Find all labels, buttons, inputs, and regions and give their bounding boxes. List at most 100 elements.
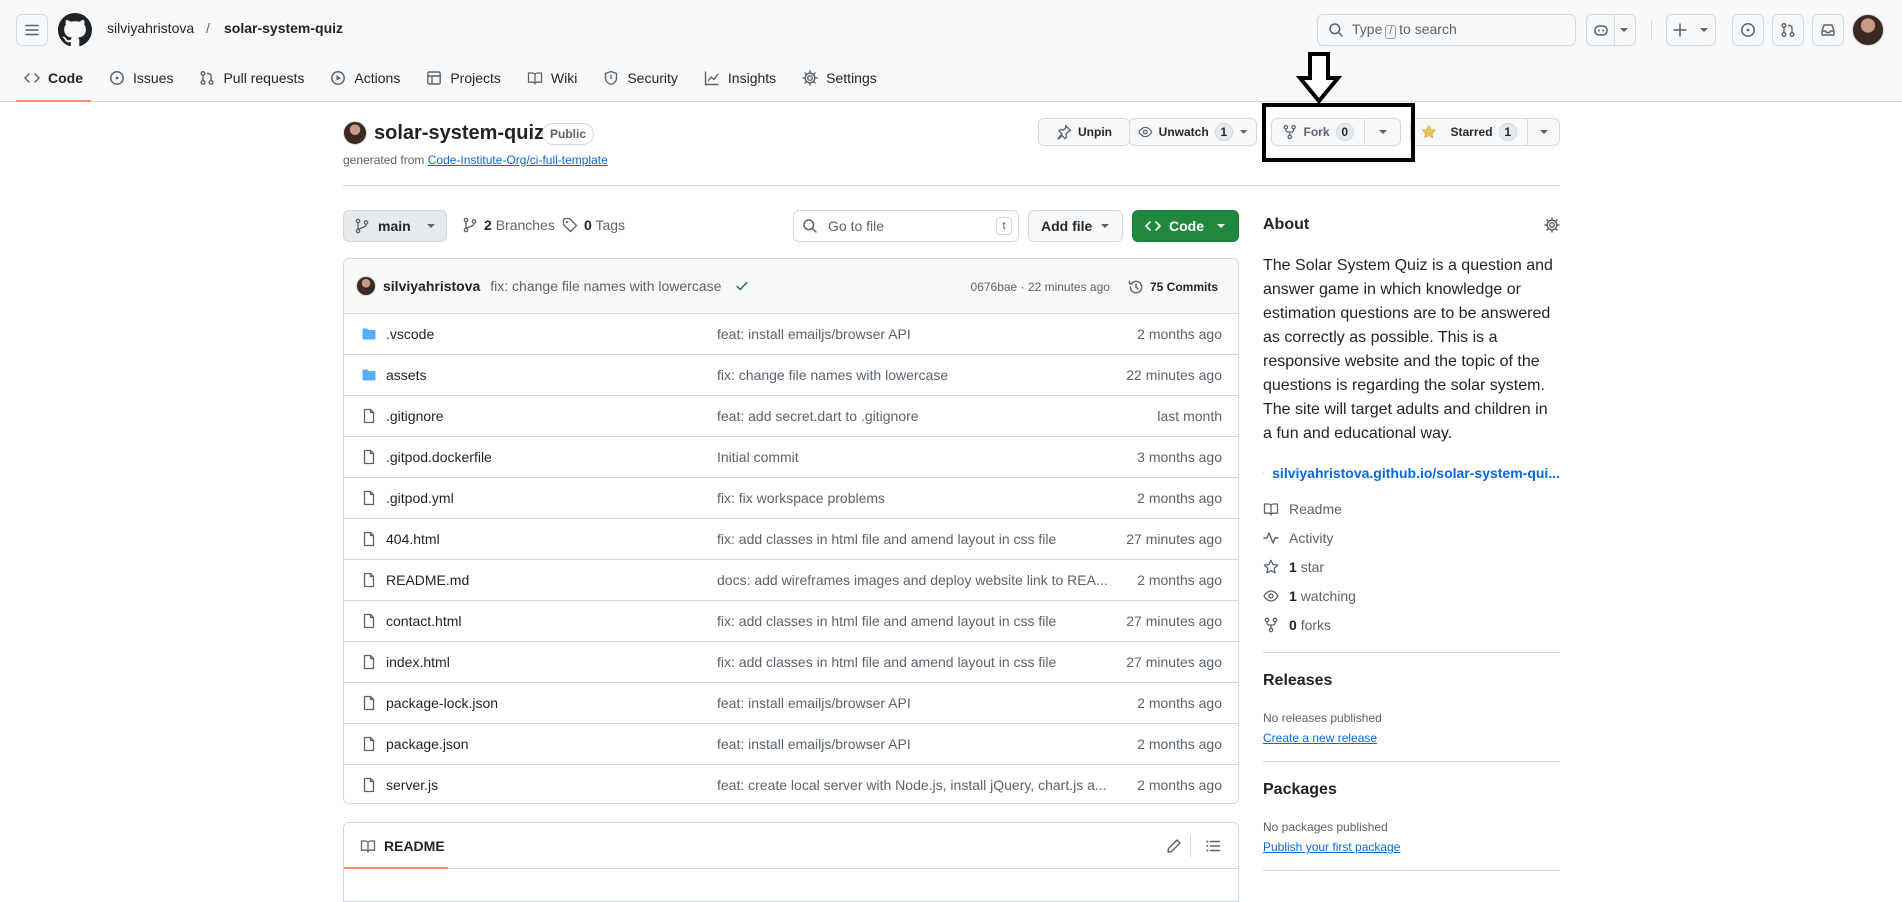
file-row[interactable]: package.json feat: install emailjs/browse…	[344, 724, 1238, 765]
file-name[interactable]: server.js	[386, 777, 438, 793]
check-icon[interactable]	[735, 279, 749, 293]
commit-author-avatar[interactable]	[356, 276, 376, 296]
branches-link[interactable]: 2 Branches	[462, 217, 555, 233]
file-age: 3 months ago	[1137, 449, 1222, 465]
repo-name[interactable]: solar-system-quiz	[374, 122, 544, 145]
file-row[interactable]: .gitpod.yml fix: fix workspace problems 2 …	[344, 478, 1238, 519]
inbox-button[interactable]	[1812, 14, 1844, 46]
unwatch-button[interactable]: Unwatch 1	[1129, 118, 1257, 146]
no-releases-text: No releases published	[1263, 711, 1382, 725]
commit-author[interactable]: silviyahristova	[383, 278, 480, 294]
file-name[interactable]: .gitignore	[386, 408, 444, 424]
user-avatar[interactable]	[1852, 14, 1884, 46]
tab-label: Security	[627, 70, 678, 86]
star-icon	[1263, 559, 1279, 574]
file-commit-message[interactable]: fix: add classes in html file and amend …	[717, 531, 1109, 547]
create-new-button[interactable]	[1666, 14, 1716, 46]
readme-tab[interactable]: README	[384, 838, 445, 854]
file-name[interactable]: .gitpod.yml	[386, 490, 454, 506]
file-name[interactable]: README.md	[386, 572, 469, 588]
create-release-link[interactable]: Create a new release	[1263, 731, 1377, 745]
copilot-button[interactable]	[1586, 14, 1636, 46]
file-commit-message[interactable]: feat: create local server with Node.js, …	[717, 777, 1109, 793]
file-name[interactable]: contact.html	[386, 613, 461, 629]
github-logo-icon[interactable]	[58, 13, 92, 47]
packages-heading[interactable]: Packages	[1263, 781, 1560, 799]
tab-issues[interactable]: Issues	[101, 60, 181, 96]
file-commit-message[interactable]: docs: add wireframes images and deploy w…	[717, 572, 1109, 588]
add-file-button[interactable]: Add file	[1028, 210, 1123, 242]
commits-link[interactable]: 75 Commits	[1128, 279, 1218, 295]
eye-icon	[1138, 126, 1153, 138]
tab-insights[interactable]: Insights	[696, 60, 784, 96]
activity-link[interactable]: Activity	[1263, 530, 1333, 546]
file-commit-message[interactable]: fix: add classes in html file and amend …	[717, 654, 1109, 670]
unpin-button[interactable]: Unpin	[1038, 118, 1130, 146]
tab-pull-requests[interactable]: Pull requests	[191, 60, 312, 96]
file-commit-message[interactable]: fix: add classes in html file and amend …	[717, 613, 1109, 629]
file-name[interactable]: .gitpod.dockerfile	[386, 449, 492, 465]
repo-owner-avatar[interactable]	[343, 121, 367, 145]
file-icon	[363, 449, 375, 465]
file-age: 2 months ago	[1137, 736, 1222, 752]
search-input[interactable]: Type / to search	[1317, 14, 1576, 46]
file-row[interactable]: README.md docs: add wireframes images and…	[344, 560, 1238, 601]
file-row[interactable]: contact.html fix: add classes in html fil…	[344, 601, 1238, 642]
file-commit-message[interactable]: feat: install emailjs/browser API	[717, 695, 1109, 711]
file-name[interactable]: index.html	[386, 654, 450, 670]
starred-button[interactable]: Starred 1	[1410, 118, 1528, 146]
star-dropdown-button[interactable]	[1528, 118, 1560, 146]
file-commit-message[interactable]: feat: install emailjs/browser API	[717, 736, 1109, 752]
template-link[interactable]: Code-Institute-Org/ci-full-template	[428, 153, 608, 167]
commits-count: 75	[1149, 279, 1164, 294]
file-icon	[363, 490, 375, 506]
tab-security[interactable]: Security	[595, 60, 686, 96]
gear-icon[interactable]	[1544, 217, 1560, 233]
tab-actions[interactable]: Actions	[322, 60, 408, 96]
code-dropdown-button[interactable]: Code	[1132, 210, 1239, 242]
file-commit-message[interactable]: Initial commit	[717, 449, 1109, 465]
go-to-file-input[interactable]: Go to file t	[793, 210, 1019, 242]
pull-requests-button[interactable]	[1772, 14, 1804, 46]
file-row[interactable]: package-lock.json feat: install emailjs/b…	[344, 683, 1238, 724]
tab-code[interactable]: Code	[16, 60, 91, 102]
file-row[interactable]: server.js feat: create local server with …	[344, 765, 1238, 803]
file-row[interactable]: assets fix: change file names with lowerc…	[344, 355, 1238, 396]
file-row[interactable]: .gitpod.dockerfile Initial commit 3 months…	[344, 437, 1238, 478]
forks-link[interactable]: 0 forks	[1263, 617, 1331, 633]
stars-link[interactable]: 1 star	[1263, 559, 1324, 575]
file-row[interactable]: index.html fix: add classes in html file …	[344, 642, 1238, 683]
pencil-icon[interactable]	[1166, 838, 1182, 854]
file-name[interactable]: 404.html	[386, 531, 440, 547]
file-commit-message[interactable]: feat: add secret.dart to .gitignore	[717, 408, 1109, 424]
watching-link[interactable]: 1 watching	[1263, 588, 1356, 604]
file-name[interactable]: package.json	[386, 736, 469, 752]
file-row[interactable]: 404.html fix: add classes in html file an…	[344, 519, 1238, 560]
website-link[interactable]: silviyahristova.github.io/solar-system-q…	[1263, 465, 1560, 481]
latest-commit-bar: silviyahristova fix: change file names w…	[344, 259, 1238, 314]
menu-button[interactable]	[16, 14, 48, 46]
tab-wiki[interactable]: Wiki	[519, 60, 585, 96]
branch-selector[interactable]: main	[343, 210, 447, 242]
file-commit-message[interactable]: fix: change file names with lowercase	[717, 367, 1109, 383]
file-name[interactable]: assets	[386, 367, 426, 383]
file-name[interactable]: .vscode	[386, 326, 434, 342]
breadcrumb-repo[interactable]: solar-system-quiz	[224, 20, 343, 36]
file-row[interactable]: .vscode feat: install emailjs/browser API…	[344, 314, 1238, 355]
issues-button[interactable]	[1732, 14, 1764, 46]
tab-projects[interactable]: Projects	[418, 60, 509, 96]
commit-message[interactable]: fix: change file names with lowercase	[490, 278, 721, 294]
tags-link[interactable]: 0 Tags	[562, 217, 625, 233]
breadcrumb-owner[interactable]: silviyahristova	[107, 20, 194, 36]
file-name[interactable]: package-lock.json	[386, 695, 498, 711]
breadcrumb-separator: /	[206, 20, 210, 36]
file-row[interactable]: .gitignore feat: add secret.dart to .giti…	[344, 396, 1238, 437]
list-unordered-icon[interactable]	[1205, 838, 1221, 854]
tab-settings[interactable]: Settings	[794, 60, 885, 96]
commit-sha-time[interactable]: 0676bae · 22 minutes ago	[971, 280, 1110, 294]
file-commit-message[interactable]: feat: install emailjs/browser API	[717, 326, 1109, 342]
publish-package-link[interactable]: Publish your first package	[1263, 840, 1400, 854]
releases-heading[interactable]: Releases	[1263, 672, 1560, 690]
file-commit-message[interactable]: fix: fix workspace problems	[717, 490, 1109, 506]
readme-link[interactable]: Readme	[1263, 501, 1342, 517]
